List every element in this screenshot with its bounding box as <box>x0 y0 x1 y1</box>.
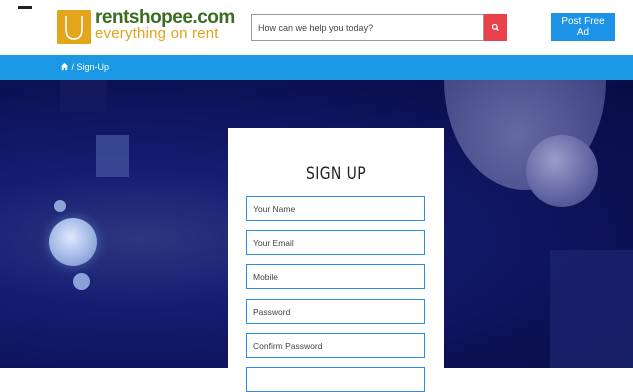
site-header: rentshopee.com everything on rent Post F… <box>0 0 633 53</box>
decorative-ball <box>73 273 90 290</box>
search-icon <box>491 23 499 31</box>
search-input[interactable] <box>251 14 484 41</box>
decorative-ball <box>526 135 598 207</box>
hamburger-menu-icon <box>18 6 32 9</box>
decorative-square <box>550 250 633 368</box>
signup-card: SIGN UP <box>228 128 444 392</box>
password-field[interactable] <box>246 299 425 324</box>
next-field[interactable] <box>246 367 425 392</box>
decorative-ball <box>49 218 97 266</box>
breadcrumb-bar: / Sign-Up <box>0 55 633 80</box>
menu-toggle-button[interactable] <box>18 6 32 18</box>
decorative-square <box>96 135 129 177</box>
home-icon[interactable] <box>60 62 69 73</box>
signup-title: SIGN UP <box>305 164 367 184</box>
breadcrumb-separator: / <box>71 62 75 72</box>
confirm-password-field[interactable] <box>246 333 425 358</box>
decorative-square <box>60 80 107 112</box>
breadcrumb: / Sign-Up <box>60 62 109 73</box>
post-free-ad-button[interactable]: Post Free Ad <box>551 13 615 41</box>
name-field[interactable] <box>246 196 425 221</box>
search-bar <box>251 14 507 41</box>
search-button[interactable] <box>484 14 507 41</box>
logo-tagline: everything on rent <box>95 25 219 42</box>
shopping-bag-icon <box>57 10 91 44</box>
decorative-ball <box>54 200 66 212</box>
breadcrumb-current: Sign-Up <box>76 62 110 72</box>
mobile-field[interactable] <box>246 264 425 289</box>
email-field[interactable] <box>246 230 425 255</box>
